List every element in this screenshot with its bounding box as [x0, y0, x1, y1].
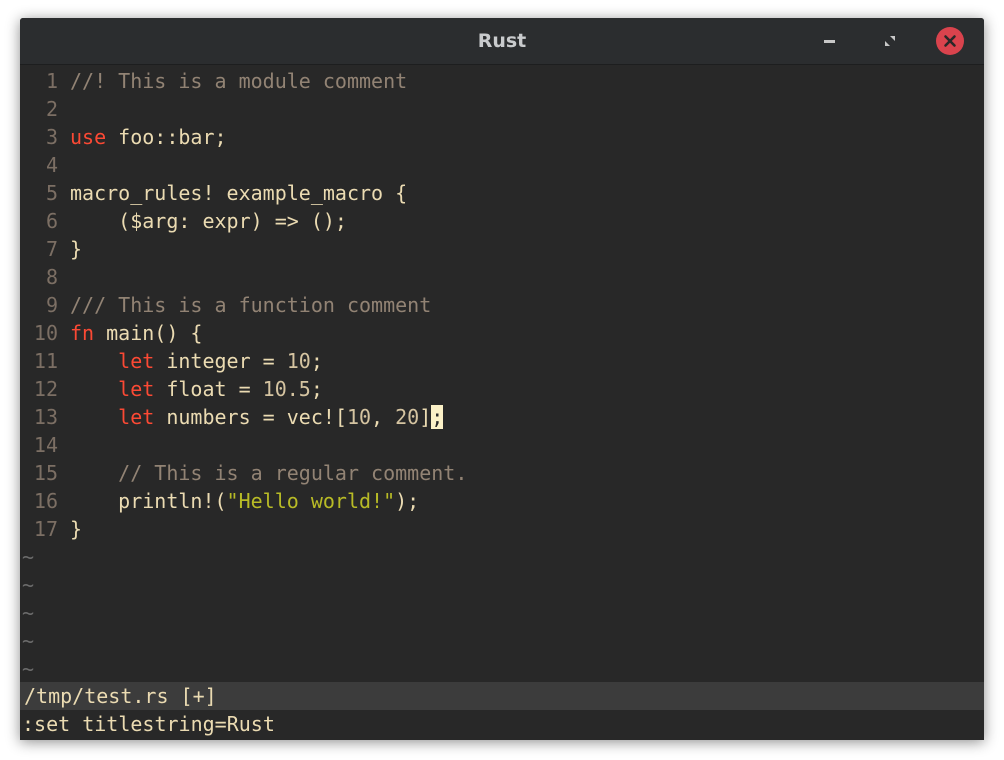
line-number: 13	[33, 405, 58, 429]
code-line[interactable]: 6 ($arg: expr) => ();	[20, 207, 347, 235]
line-number: 6	[45, 209, 58, 233]
code-token: //! This is a module comment	[70, 69, 408, 93]
close-icon	[944, 35, 956, 47]
empty-line-marker: ~	[22, 545, 35, 569]
line-number: 8	[45, 265, 58, 289]
line-number: 2	[45, 97, 58, 121]
code-line[interactable]: 1 //! This is a module comment	[20, 67, 407, 95]
status-line: /tmp/test.rs [+]	[20, 682, 984, 710]
empty-line-marker: ~	[22, 657, 35, 681]
code-token: ($arg: expr) => ();	[70, 209, 347, 233]
line-number: 5	[45, 181, 58, 205]
close-button[interactable]	[936, 27, 964, 55]
code-token: let	[118, 349, 155, 373]
code-line[interactable]: 16 println!("Hello world!");	[20, 487, 419, 515]
minimize-button[interactable]	[816, 27, 844, 55]
code-token: float =	[154, 377, 263, 401]
code-token: 10	[346, 405, 372, 429]
minimize-icon	[824, 40, 835, 43]
line-number: 14	[33, 433, 58, 457]
code-line[interactable]: 7}	[20, 235, 82, 263]
line-number: 12	[33, 377, 58, 401]
code-line[interactable]: 2	[20, 95, 70, 123]
code-line[interactable]: 15 // This is a regular comment.	[20, 459, 467, 487]
code-line[interactable]: 4	[20, 151, 70, 179]
code-token: // This is a regular comment.	[118, 461, 468, 485]
code-text: fn main() {	[58, 319, 202, 347]
code-token: ;	[310, 349, 323, 373]
code-token: 20	[395, 405, 420, 429]
code-token: use	[70, 125, 107, 149]
code-token: }	[70, 517, 83, 541]
code-line[interactable]: 9 /// This is a function comment	[20, 291, 431, 319]
code-line[interactable]: 12 let float = 10.5;	[20, 375, 323, 403]
code-token: /// This is a function comment	[70, 293, 432, 317]
code-text: println!("Hello world!");	[58, 487, 419, 515]
maximize-button[interactable]	[876, 27, 904, 55]
code-line[interactable]: 14	[20, 431, 70, 459]
code-text: macro_rules! example_macro {	[58, 179, 407, 207]
code-text: }	[58, 515, 82, 543]
code-text: use foo::bar;	[58, 123, 227, 151]
code-token: "Hello world!"	[226, 489, 396, 513]
line-number: 9	[45, 293, 58, 317]
code-token: let	[118, 405, 155, 429]
code-line[interactable]: 5 macro_rules! example_macro {	[20, 179, 407, 207]
editor-window: Rust 1 //! This is a module comment 2 3 use …	[20, 18, 984, 740]
code-line[interactable]: 3 use foo::bar;	[20, 123, 227, 151]
code-line[interactable]: 13 let numbers = vec![10, 20];	[20, 403, 444, 431]
code-line[interactable]: 17}	[20, 515, 82, 543]
code-token: ,	[371, 405, 396, 429]
line-number: 17	[33, 517, 58, 541]
code-token: let	[118, 377, 155, 401]
code-token: ]	[419, 405, 432, 429]
empty-line-marker: ~	[22, 573, 35, 597]
text-cursor: ;	[431, 405, 444, 429]
command-line[interactable]: :set titlestring=Rust	[20, 710, 984, 738]
line-number: 10	[33, 321, 58, 345]
code-text: let float = 10.5;	[58, 375, 323, 403]
code-text: //! This is a module comment	[58, 67, 407, 95]
line-number: 11	[33, 349, 58, 373]
empty-line-marker: ~	[22, 629, 35, 653]
code-text: ($arg: expr) => ();	[58, 207, 347, 235]
code-editor[interactable]: 1//! This is a module comment 2 3 use foo::…	[20, 65, 984, 681]
code-token: 10.5	[262, 377, 311, 401]
titlebar[interactable]: Rust	[20, 18, 984, 65]
code-text: // This is a regular comment.	[58, 459, 467, 487]
line-number: 16	[33, 489, 58, 513]
maximize-icon	[885, 36, 895, 46]
code-token: ;	[310, 377, 323, 401]
line-number: 15	[33, 461, 58, 485]
code-token: numbers = vec![	[154, 405, 347, 429]
code-token: 10	[286, 349, 311, 373]
empty-line-marker: ~	[22, 601, 35, 625]
line-number: 7	[45, 237, 58, 261]
code-token: }	[70, 237, 83, 261]
line-number: 3	[45, 125, 58, 149]
code-line[interactable]: 8	[20, 263, 70, 291]
code-text: }	[58, 235, 82, 263]
code-text: /// This is a function comment	[58, 291, 431, 319]
code-token: foo::bar;	[106, 125, 227, 149]
line-number: 4	[45, 153, 58, 177]
code-token: println!(	[70, 489, 227, 513]
code-line[interactable]: 10 fn main() {	[20, 319, 203, 347]
code-token: macro_rules! example_macro {	[70, 181, 408, 205]
code-text: let integer = 10;	[58, 347, 323, 375]
line-number: 1	[45, 69, 58, 93]
code-line[interactable]: 11 let integer = 10;	[20, 347, 323, 375]
code-token: integer =	[154, 349, 287, 373]
code-token: main() {	[94, 321, 203, 345]
code-token: );	[395, 489, 420, 513]
code-text: let numbers = vec![10, 20];	[58, 403, 444, 431]
code-token: fn	[70, 321, 95, 345]
